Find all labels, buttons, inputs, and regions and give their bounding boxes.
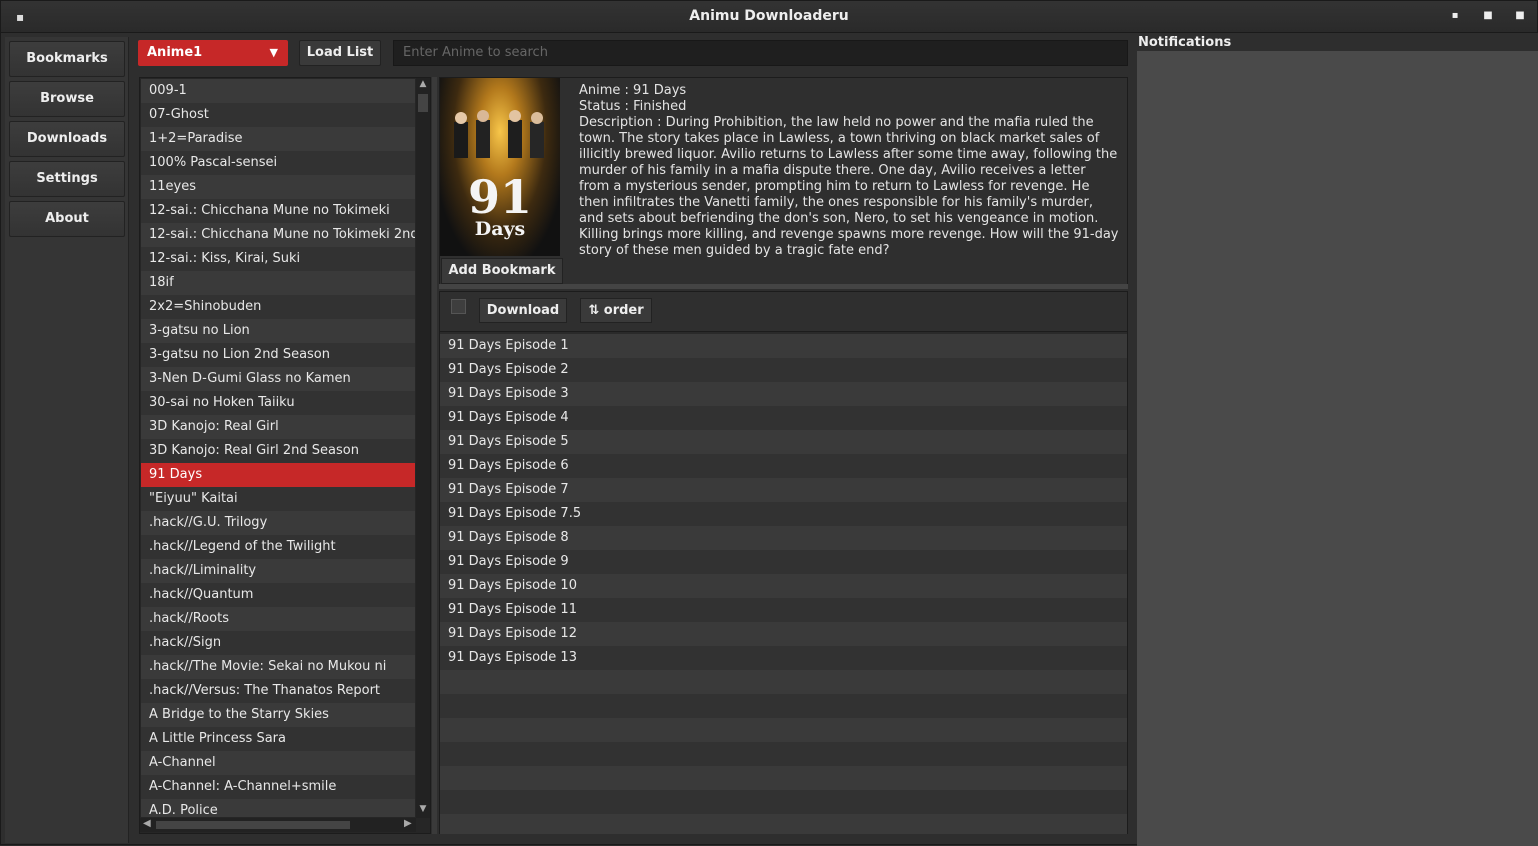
scroll-down-icon[interactable]: ▼	[416, 804, 430, 814]
sidebar-item-browse[interactable]: Browse	[9, 81, 125, 117]
anime-list-item[interactable]: 100% Pascal-sensei	[141, 151, 415, 175]
episode-empty-row	[440, 694, 1127, 718]
episode-item[interactable]: 91 Days Episode 11	[440, 598, 1127, 622]
poster-word: Days	[474, 218, 526, 240]
anime-list-item[interactable]: 18if	[141, 271, 415, 295]
anime-detail-panel: 91 Days Add Bookmark Anime : 91 Days Sta…	[439, 77, 1128, 289]
episode-empty-row	[440, 766, 1127, 790]
anime-list-item[interactable]: 3-gatsu no Lion 2nd Season	[141, 343, 415, 367]
episode-item[interactable]: 91 Days Episode 13	[440, 646, 1127, 670]
minimize-icon[interactable]: ▪	[1448, 9, 1462, 23]
episode-empty-row	[440, 670, 1127, 694]
app-window: ▪ Animu Downloaderu ▪ ■ ■ Bookmarks Brow…	[0, 0, 1538, 846]
close-icon[interactable]: ■	[1513, 9, 1527, 23]
order-button[interactable]: ⇅ order	[580, 298, 652, 323]
episode-empty-row	[440, 742, 1127, 766]
anime-list-item[interactable]: .hack//Quantum	[141, 583, 415, 607]
anime-list-item[interactable]: A-Channel: A-Channel+smile	[141, 775, 415, 799]
scroll-up-icon[interactable]: ▲	[416, 79, 430, 89]
anime-poster: 91 Days	[440, 78, 560, 256]
anime-list-item[interactable]: 3-gatsu no Lion	[141, 319, 415, 343]
scroll-thumb[interactable]	[418, 94, 428, 112]
poster-figures-icon	[454, 110, 544, 158]
episode-item[interactable]: 91 Days Episode 1	[440, 334, 1127, 358]
anime-list-item[interactable]: .hack//Liminality	[141, 559, 415, 583]
anime-list-item[interactable]: A-Channel	[141, 751, 415, 775]
anime-list-item[interactable]: .hack//Sign	[141, 631, 415, 655]
anime-list-item[interactable]: 12-sai.: Kiss, Kirai, Suki	[141, 247, 415, 271]
anime-list-item[interactable]: .hack//Legend of the Twilight	[141, 535, 415, 559]
episode-item[interactable]: 91 Days Episode 2	[440, 358, 1127, 382]
poster-number: 91	[467, 170, 532, 224]
episode-item[interactable]: 91 Days Episode 3	[440, 382, 1127, 406]
anime-list-item[interactable]: 12-sai.: Chicchana Mune no Tokimeki	[141, 199, 415, 223]
sidebar-item-bookmarks[interactable]: Bookmarks	[9, 41, 125, 77]
anime-list-item[interactable]: 3-Nen D-Gumi Glass no Kamen	[141, 367, 415, 391]
sidebar-item-about[interactable]: About	[9, 201, 125, 237]
anime-list-item[interactable]: .hack//G.U. Trilogy	[141, 511, 415, 535]
anime-list[interactable]: 009-1 07-Ghost 1+2=Paradise 100% Pascal-sen…	[141, 79, 415, 817]
anime-list-item[interactable]: 12-sai.: Chicchana Mune no Tokimeki 2nd …	[141, 223, 415, 247]
scroll-left-icon[interactable]: ◀	[143, 818, 151, 829]
anime-list-item[interactable]: 009-1	[141, 79, 415, 103]
horizontal-scrollbar[interactable]: ◀ ▶	[140, 818, 416, 832]
download-button[interactable]: Download	[479, 298, 567, 323]
episode-item[interactable]: 91 Days Episode 5	[440, 430, 1127, 454]
source-select-value: Anime1	[147, 45, 203, 60]
episode-item[interactable]: 91 Days Episode 6	[440, 454, 1127, 478]
sidebar-item-settings[interactable]: Settings	[9, 161, 125, 197]
chevron-down-icon: ▼	[269, 46, 278, 59]
anime-list-item[interactable]: A Little Princess Sara	[141, 727, 415, 751]
episode-item[interactable]: 91 Days Episode 12	[440, 622, 1127, 646]
episode-toolbar: Download ⇅ order	[440, 292, 1127, 332]
anime-list-item[interactable]: .hack//Roots	[141, 607, 415, 631]
load-list-button[interactable]: Load List	[299, 40, 381, 66]
anime-list-item[interactable]: .hack//The Movie: Sekai no Mukou ni	[141, 655, 415, 679]
notifications-title: Notifications	[1137, 33, 1538, 51]
anime-title-line: Anime : 91 Days	[579, 83, 687, 98]
window-title: Animu Downloaderu	[689, 8, 849, 24]
anime-list-item[interactable]: A Bridge to the Starry Skies	[141, 703, 415, 727]
episode-list[interactable]: 91 Days Episode 1 91 Days Episode 2 91 Day…	[440, 334, 1127, 834]
anime-list-item[interactable]: 30-sai no Hoken Taiiku	[141, 391, 415, 415]
sidebar: Bookmarks Browse Downloads Settings Abou…	[5, 37, 129, 843]
detail-splitter[interactable]	[439, 284, 1128, 289]
hscroll-thumb[interactable]	[156, 821, 350, 829]
list-splitter[interactable]	[432, 77, 437, 834]
anime-list-item[interactable]: "Eiyuu" Kaitai	[141, 487, 415, 511]
episode-item[interactable]: 91 Days Episode 7	[440, 478, 1127, 502]
anime-list-item[interactable]: 1+2=Paradise	[141, 127, 415, 151]
maximize-icon[interactable]: ■	[1481, 9, 1495, 23]
anime-list-item[interactable]: 3D Kanojo: Real Girl	[141, 415, 415, 439]
title-bar: ▪ Animu Downloaderu ▪ ■ ■	[1, 1, 1537, 33]
anime-info: Anime : 91 Days Status : Finished Descri…	[579, 83, 1119, 259]
anime-list-item[interactable]: .hack//Versus: The Thanatos Report	[141, 679, 415, 703]
scroll-right-icon[interactable]: ▶	[404, 818, 412, 829]
anime-list-item[interactable]: 91 Days	[141, 463, 415, 487]
anime-list-item[interactable]: A.D. Police	[141, 799, 415, 817]
sidebar-item-downloads[interactable]: Downloads	[9, 121, 125, 157]
episode-item[interactable]: 91 Days Episode 9	[440, 550, 1127, 574]
anime-status-line: Status : Finished	[579, 99, 687, 114]
episode-item[interactable]: 91 Days Episode 8	[440, 526, 1127, 550]
add-bookmark-button[interactable]: Add Bookmark	[441, 258, 563, 284]
episode-item[interactable]: 91 Days Episode 7.5	[440, 502, 1127, 526]
source-select[interactable]: Anime1 ▼	[138, 40, 288, 66]
episode-item[interactable]: 91 Days Episode 10	[440, 574, 1127, 598]
anime-list-item[interactable]: 07-Ghost	[141, 103, 415, 127]
search-input[interactable]: Enter Anime to search	[393, 40, 1128, 66]
episode-empty-row	[440, 814, 1127, 834]
anime-list-item[interactable]: 2x2=Shinobuden	[141, 295, 415, 319]
episode-empty-row	[440, 718, 1127, 742]
episode-item[interactable]: 91 Days Episode 4	[440, 406, 1127, 430]
episode-panel: Download ⇅ order 91 Days Episode 1 91 Day…	[439, 291, 1128, 834]
anime-list-item[interactable]: 3D Kanojo: Real Girl 2nd Season	[141, 439, 415, 463]
select-all-checkbox[interactable]	[451, 299, 466, 314]
episode-empty-row	[440, 790, 1127, 814]
anime-list-item[interactable]: 11eyes	[141, 175, 415, 199]
notifications-panel: Notifications	[1137, 33, 1538, 846]
anime-description: Description : During Prohibition, the la…	[579, 115, 1119, 258]
anime-list-panel: 009-1 07-Ghost 1+2=Paradise 100% Pascal-sen…	[139, 77, 431, 834]
vertical-scrollbar[interactable]: ▲ ▼	[416, 78, 430, 818]
